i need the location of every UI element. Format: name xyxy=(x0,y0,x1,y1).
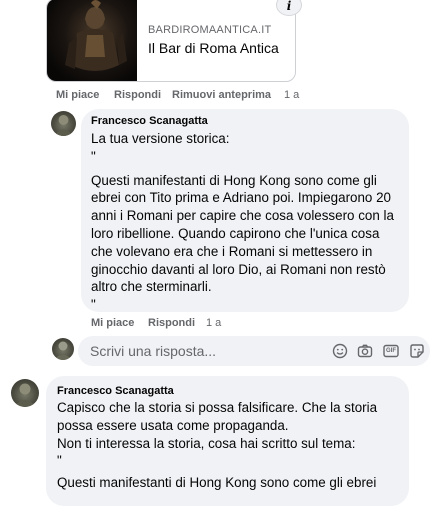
comment-line: ginocchio davanti al loro Dio, ai Romani… xyxy=(91,261,386,277)
link-domain: BARDIROMAANTICA.IT xyxy=(148,24,272,36)
comment-line: Capisco che la storia si possa falsifica… xyxy=(57,400,378,415)
remove-preview-link[interactable]: Rimuovi anteprima xyxy=(172,89,271,101)
comment-bubble: Francesco Scanagatta La tua versione sto… xyxy=(81,109,409,312)
reply-link[interactable]: Rispondi xyxy=(148,317,195,329)
commenter-avatar[interactable] xyxy=(11,379,39,407)
comment-line: possa essere usata come propaganda. xyxy=(57,417,289,433)
comment-line: " xyxy=(57,453,62,469)
comment-timestamp[interactable]: 1 a xyxy=(206,317,221,329)
post-timestamp[interactable]: 1 a xyxy=(284,89,299,101)
sticker-icon[interactable] xyxy=(409,343,425,359)
comment-line: Questi manifestanti di Hong Kong sono co… xyxy=(91,172,377,188)
camera-icon[interactable] xyxy=(357,343,373,359)
like-link[interactable]: Mi piace xyxy=(56,89,99,101)
reply-placeholder: Scrivi una risposta... xyxy=(90,343,217,359)
comment-bubble: Francesco Scanagatta Capisco che la stor… xyxy=(46,376,409,506)
link-preview-card[interactable]: BARDIROMAANTICA.IT Il Bar di Roma Antica xyxy=(46,0,296,82)
comment-line: loro ribellione. Quando capirono che l'u… xyxy=(91,225,380,241)
info-icon[interactable]: i xyxy=(276,0,302,16)
current-user-avatar xyxy=(52,338,74,360)
comment-line: La tua versione storica: xyxy=(91,131,230,146)
comment-line: Questi manifestanti di Hong Kong sono co… xyxy=(57,475,377,491)
comment-line: che volevano era che i Romani si mettess… xyxy=(91,243,373,259)
reply-link[interactable]: Rispondi xyxy=(114,89,161,101)
comment-author[interactable]: Francesco Scanagatta xyxy=(57,385,174,397)
emoji-icon[interactable] xyxy=(332,343,348,359)
comment-text: Capisco che la storia si possa falsifica… xyxy=(57,399,407,492)
link-preview-thumbnail xyxy=(47,0,137,81)
comment-line: Non ti interessa la storia, cosa hai scr… xyxy=(57,435,356,451)
comment-line: " xyxy=(91,297,96,313)
comment-actions-row: Mi piace Rispondi 1 a xyxy=(91,317,251,331)
link-title[interactable]: Il Bar di Roma Antica xyxy=(148,40,279,56)
comment-author[interactable]: Francesco Scanagatta xyxy=(91,115,208,127)
post-actions-row: Mi piace Rispondi Rimuovi anteprima 1 a xyxy=(56,89,306,103)
commenter-avatar[interactable] xyxy=(51,111,76,136)
comment-line: " xyxy=(91,148,96,164)
comment-line: anni i Romani per capire che cosa voless… xyxy=(91,208,394,224)
reply-input[interactable]: Scrivi una risposta... GIF xyxy=(78,336,430,366)
gif-label: GIF xyxy=(386,348,396,354)
gif-icon[interactable]: GIF xyxy=(383,343,399,359)
like-link[interactable]: Mi piace xyxy=(91,317,134,329)
comment-line: altro che sterminarli. xyxy=(91,279,212,295)
comment-text: La tua versione storica: " Questi manife… xyxy=(91,130,407,314)
comment-line: ebrei con Tito prima e Adriano poi. Impi… xyxy=(91,190,391,206)
